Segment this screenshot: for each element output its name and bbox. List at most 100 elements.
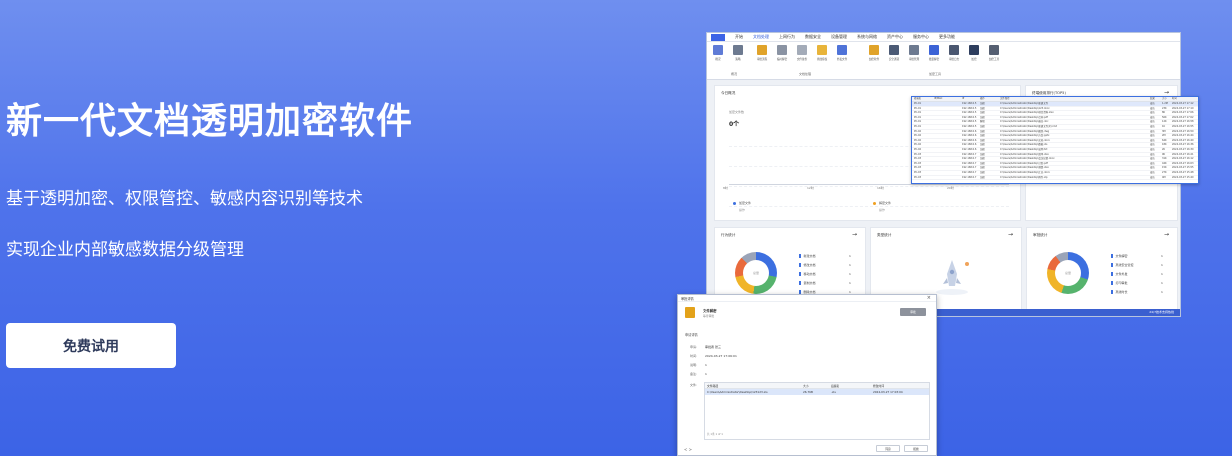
arrow-right-icon[interactable]: →	[1008, 231, 1013, 238]
dialog-nav-arrows[interactable]: < >	[684, 447, 692, 452]
ribbon-item[interactable]: 安全通道	[887, 45, 901, 61]
reject-button[interactable]: 拒绝	[904, 445, 928, 452]
table-cell: 1.2M	[1162, 102, 1168, 105]
table-cell: 加密	[980, 124, 985, 128]
ribbon-label: 外发文件	[836, 58, 848, 61]
table-cell: 2024-03-27 16:58	[1172, 120, 1194, 124]
encrypted-count-value: 0个	[729, 121, 740, 128]
table-cell: 2024-03-27 15:40	[1172, 175, 1194, 179]
table-cell: 192.168.0.5	[962, 124, 977, 128]
ribbon-item[interactable]: 临时解密	[775, 45, 789, 61]
table-cell: 成功	[1150, 175, 1155, 179]
table-cell: C:\Users\Administrator\Desktop\报告.doc	[1000, 120, 1049, 124]
ribbon-item[interactable]: 审批日志	[947, 45, 961, 61]
table-cell: 成功	[1150, 115, 1155, 119]
table-row[interactable]: PC-03 192.168.0.7 加密 C:\Users\Administrator…	[912, 176, 1198, 181]
table-pager[interactable]: 共 1条 1 of 1	[707, 432, 723, 436]
table-row[interactable]: C:\Users\Administrator\Desktop\123123.xl…	[705, 389, 929, 395]
table-body: PC-01 192.168.0.5 加密 C:\Users\Administrator…	[912, 102, 1198, 181]
table-cell: PC-03	[914, 157, 922, 161]
menu-item[interactable]: 服务中心	[913, 34, 929, 40]
table-cell: 加密	[980, 157, 985, 161]
ribbon-label: 离线授权	[816, 58, 828, 61]
column-header: IP	[962, 97, 965, 100]
app-ribbon: 概况 策略 概况 审批流程 临时解密 文件备份 离线授权 外发文件 文档处理 加…	[707, 42, 1180, 80]
table-cell: 解密	[980, 120, 985, 124]
menu-item[interactable]: 更多功能	[939, 34, 955, 40]
ribbon-item[interactable]: 策略	[731, 45, 745, 61]
legend-value: 1	[1161, 290, 1163, 294]
menu-item[interactable]: 数据安全	[805, 34, 821, 40]
table-cell: PC-01	[914, 106, 922, 110]
ribbon-label: 安全通道	[888, 58, 900, 61]
ribbon-item[interactable]: 审批管理	[907, 45, 921, 61]
dialog-title: 审批详情	[681, 296, 694, 301]
menu-item[interactable]: 文档处理	[753, 34, 769, 40]
menu-item[interactable]: 上网行为	[779, 34, 795, 40]
free-trial-button[interactable]: 免费试用	[6, 323, 176, 368]
ribbon-group-label: 加密工具	[929, 72, 942, 76]
window-icon	[929, 45, 939, 55]
table-cell: 成功	[1150, 106, 1155, 110]
approve-action-button[interactable]: 审批	[900, 308, 926, 316]
table-cell: 成功	[1150, 138, 1155, 142]
chart-icon	[817, 45, 827, 55]
menu-item[interactable]: 设备管理	[831, 34, 847, 40]
table-cell: C:\Users\Administrator\Desktop\预算.xlsx	[1000, 166, 1049, 170]
ribbon-item[interactable]: 加密工具	[987, 45, 1001, 61]
table-cell: 2024-03-27 17:02	[1172, 115, 1194, 119]
panel-title: 类型统计	[877, 233, 892, 237]
table-cell: 27K	[1162, 170, 1167, 174]
ribbon-group-label: 概况	[731, 72, 738, 76]
table-cell: C:\Users\Administrator\Desktop\计划.pdf	[1000, 161, 1048, 165]
ribbon-item[interactable]: 离线授权	[815, 45, 829, 61]
menu-item[interactable]: 资产中心	[887, 34, 903, 40]
arrow-right-icon[interactable]: →	[852, 231, 857, 238]
ribbon-item[interactable]: 加密	[967, 45, 981, 61]
table-cell	[932, 107, 960, 111]
arrow-right-icon[interactable]: →	[1164, 231, 1169, 238]
field-label: 文件:	[690, 383, 698, 387]
menu-item[interactable]: 系统与网络	[857, 34, 877, 40]
legend-label: 离线安全管控	[1115, 263, 1134, 267]
ribbon-label: 加密	[971, 58, 977, 61]
table-cell: 加密	[980, 138, 985, 142]
ribbon-item[interactable]: 概况	[711, 45, 725, 61]
agree-button[interactable]: 同意	[876, 445, 900, 452]
table-cell: 2024-03-27 15:48	[1172, 170, 1194, 174]
ribbon-item[interactable]: 批量解密	[927, 45, 941, 61]
ribbon-item[interactable]: 加密软件	[867, 45, 881, 61]
sliders-icon	[733, 45, 743, 55]
table-cell: 192.168.0.7	[962, 152, 977, 156]
table-cell: PC-03	[914, 166, 922, 170]
x-axis	[729, 184, 1009, 185]
table-cell: PC-02	[914, 147, 922, 151]
legend-row: 离线时长	[1111, 290, 1128, 294]
menu-item[interactable]: 开始	[735, 34, 743, 40]
column-header: 终端名	[914, 97, 922, 100]
legend-label: 文件解密	[1115, 254, 1128, 258]
table-cell: 192.168.0.6	[962, 129, 977, 133]
table-cell: PC-01	[914, 102, 922, 105]
table-cell: C:\Users\Administrator\Desktop\方案.pptx	[1000, 134, 1050, 138]
column-header: 文件路径	[707, 384, 719, 388]
table-cell: 成功	[1150, 157, 1155, 161]
legend-row: 新建文档	[799, 254, 816, 258]
ribbon-item[interactable]: 审批流程	[755, 45, 769, 61]
ribbon-group-docs: 审批流程 临时解密 文件备份 离线授权 外发文件	[755, 45, 849, 61]
ribbon-item[interactable]: 文件备份	[795, 45, 809, 61]
legend-dot	[873, 202, 876, 205]
hero-title: 新一代文档透明加密软件	[6, 101, 414, 142]
donut-center-label: 总量	[1064, 271, 1071, 275]
ribbon-item[interactable]: 外发文件	[835, 45, 849, 61]
approval-stats-panel: 审批统计 → 总量 文件解密 1 离线安全管控 1 文件外发 1 打印审批 1 …	[1026, 227, 1178, 313]
request-type: 文件解密	[703, 309, 717, 313]
table-cell	[932, 148, 960, 152]
table-cell: 2024-03-27 17:10	[1172, 106, 1194, 110]
table-cell: C:\Users\Administrator\Desktop\图纸.dwg	[1000, 129, 1050, 133]
table-cell: 加密	[980, 147, 985, 151]
arrow-right-icon[interactable]: →	[1164, 89, 1169, 96]
table-cell: C:\Users\Administrator\Desktop\项目资料.xlsx	[1000, 111, 1054, 115]
table-cell	[932, 162, 960, 166]
close-icon[interactable]: ×	[927, 295, 931, 301]
